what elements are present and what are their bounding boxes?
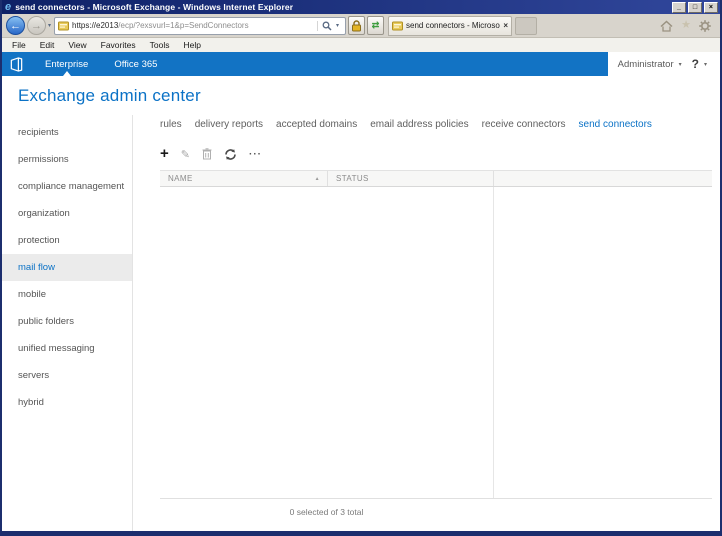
app-bar: Enterprise Office 365 Administrator ▾ ? …	[2, 52, 720, 76]
forward-button[interactable]: →	[27, 16, 46, 35]
close-button[interactable]: ×	[704, 2, 718, 13]
menu-bar: File Edit View Favorites Tools Help	[2, 38, 720, 52]
connector-list-area[interactable]	[160, 187, 493, 498]
user-menu-label[interactable]: Administrator	[618, 59, 674, 70]
sidebar-item-unified-messaging[interactable]: unified messaging	[2, 335, 132, 362]
sidebar-item-protection[interactable]: protection	[2, 227, 132, 254]
sidebar-item-public-folders[interactable]: public folders	[2, 308, 132, 335]
delete-button[interactable]	[202, 148, 212, 160]
menu-tools[interactable]: Tools	[143, 40, 177, 50]
tab-email-address-policies[interactable]: email address policies	[370, 119, 468, 130]
tab-title: send connectors - Microsoft ...	[406, 21, 500, 30]
user-menu-caret-icon[interactable]: ▾	[679, 61, 682, 68]
address-bar[interactable]: https://e2013/ecp/?exsvurl=1&p=SendConne…	[54, 17, 346, 35]
gear-icon[interactable]	[699, 20, 711, 32]
browser-tab[interactable]: send connectors - Microsoft ... ×	[388, 16, 512, 36]
edit-button[interactable]: ✎	[181, 148, 190, 161]
add-button[interactable]: +	[160, 147, 169, 161]
url-path: /ecp/?exsvurl=1&p=SendConnectors	[118, 21, 248, 30]
sort-ascending-icon: ▲	[315, 176, 320, 182]
window-title: send connectors - Microsoft Exchange - W…	[15, 2, 670, 12]
menu-help[interactable]: Help	[176, 40, 207, 50]
ie-logo-icon: e	[5, 2, 11, 12]
column-header-status[interactable]: STATUS	[327, 171, 493, 186]
grid-header: NAME ▲ STATUS	[160, 170, 712, 187]
home-icon[interactable]	[660, 20, 673, 32]
minimize-button[interactable]: _	[672, 2, 686, 13]
sidebar-item-recipients[interactable]: recipients	[2, 119, 132, 146]
appbar-tab-office365[interactable]: Office 365	[101, 52, 170, 76]
page-title: Exchange admin center	[2, 76, 720, 115]
favorites-star-icon[interactable]: ★	[681, 20, 691, 31]
toolbar: + ✎ ···	[160, 145, 712, 163]
new-tab-button[interactable]	[515, 17, 537, 35]
security-lock-button[interactable]	[348, 16, 365, 35]
sidebar-item-hybrid[interactable]: hybrid	[2, 389, 132, 416]
sidebar-item-mobile[interactable]: mobile	[2, 281, 132, 308]
help-button[interactable]: ?	[692, 57, 699, 71]
tab-accepted-domains[interactable]: accepted domains	[276, 119, 357, 130]
appbar-tab-enterprise[interactable]: Enterprise	[32, 52, 101, 76]
content-tabs: rules delivery reports accepted domains …	[160, 119, 712, 130]
connectors-grid: NAME ▲ STATUS 0 selected of 3 total	[160, 170, 712, 531]
browser-tools: ★	[660, 20, 715, 32]
sidebar-item-compliance-management[interactable]: compliance management	[2, 173, 132, 200]
sidebar-item-permissions[interactable]: permissions	[2, 146, 132, 173]
detail-pane	[493, 187, 712, 498]
url-text: https://e2013/ecp/?exsvurl=1&p=SendConne…	[72, 21, 314, 30]
tab-favicon-icon	[392, 20, 403, 31]
browser-chrome: ← → ▾ https://e2013/ecp/?exsvurl=1&p=Sen…	[2, 14, 720, 38]
tab-delivery-reports[interactable]: delivery reports	[195, 119, 263, 130]
more-button[interactable]: ···	[249, 149, 262, 160]
menu-view[interactable]: View	[61, 40, 93, 50]
selection-status: 0 selected of 3 total	[160, 499, 493, 531]
main-pane: rules delivery reports accepted domains …	[133, 115, 720, 531]
page-favicon-icon	[58, 20, 69, 31]
sidebar-item-organization[interactable]: organization	[2, 200, 132, 227]
search-icon[interactable]	[322, 21, 332, 31]
app-bar-right: Administrator ▾ ? ▾	[608, 52, 720, 76]
menu-file[interactable]: File	[5, 40, 33, 50]
menu-edit[interactable]: Edit	[33, 40, 62, 50]
back-button[interactable]: ←	[6, 16, 25, 35]
tab-rules[interactable]: rules	[160, 119, 182, 130]
grid-body	[160, 187, 712, 498]
office-logo-icon	[9, 52, 24, 76]
column-status-label: STATUS	[336, 174, 369, 183]
sidebar: recipients permissions compliance manage…	[2, 115, 133, 531]
column-name-label: NAME	[168, 174, 193, 183]
maximize-button[interactable]: □	[688, 2, 702, 13]
url-domain: https://e2013	[72, 21, 118, 30]
tab-receive-connectors[interactable]: receive connectors	[482, 119, 566, 130]
menu-favorites[interactable]: Favorites	[94, 40, 143, 50]
grid-footer: 0 selected of 3 total	[160, 498, 712, 531]
tab-send-connectors[interactable]: send connectors	[579, 119, 652, 130]
tab-close-icon[interactable]: ×	[503, 21, 508, 30]
app-bar-blue: Enterprise Office 365	[2, 52, 608, 76]
lock-icon	[351, 20, 362, 32]
body-row: recipients permissions compliance manage…	[2, 115, 720, 531]
sidebar-item-servers[interactable]: servers	[2, 362, 132, 389]
address-search-area[interactable]: ▾	[317, 21, 342, 31]
browser-window: e send connectors - Microsoft Exchange -…	[0, 0, 722, 536]
column-header-empty	[493, 171, 712, 186]
page-content: Exchange admin center recipients permiss…	[2, 76, 720, 531]
refresh-list-button[interactable]	[224, 148, 237, 161]
title-bar: e send connectors - Microsoft Exchange -…	[2, 0, 720, 14]
sidebar-item-mail-flow[interactable]: mail flow	[2, 254, 132, 281]
help-caret-icon[interactable]: ▾	[704, 61, 707, 68]
search-caret-icon[interactable]: ▾	[336, 22, 339, 29]
column-header-name[interactable]: NAME ▲	[160, 171, 327, 186]
recent-pages-caret-icon[interactable]: ▾	[48, 22, 51, 29]
refresh-button[interactable]: ⇄	[367, 16, 384, 35]
refresh-icon: ⇄	[372, 20, 380, 31]
